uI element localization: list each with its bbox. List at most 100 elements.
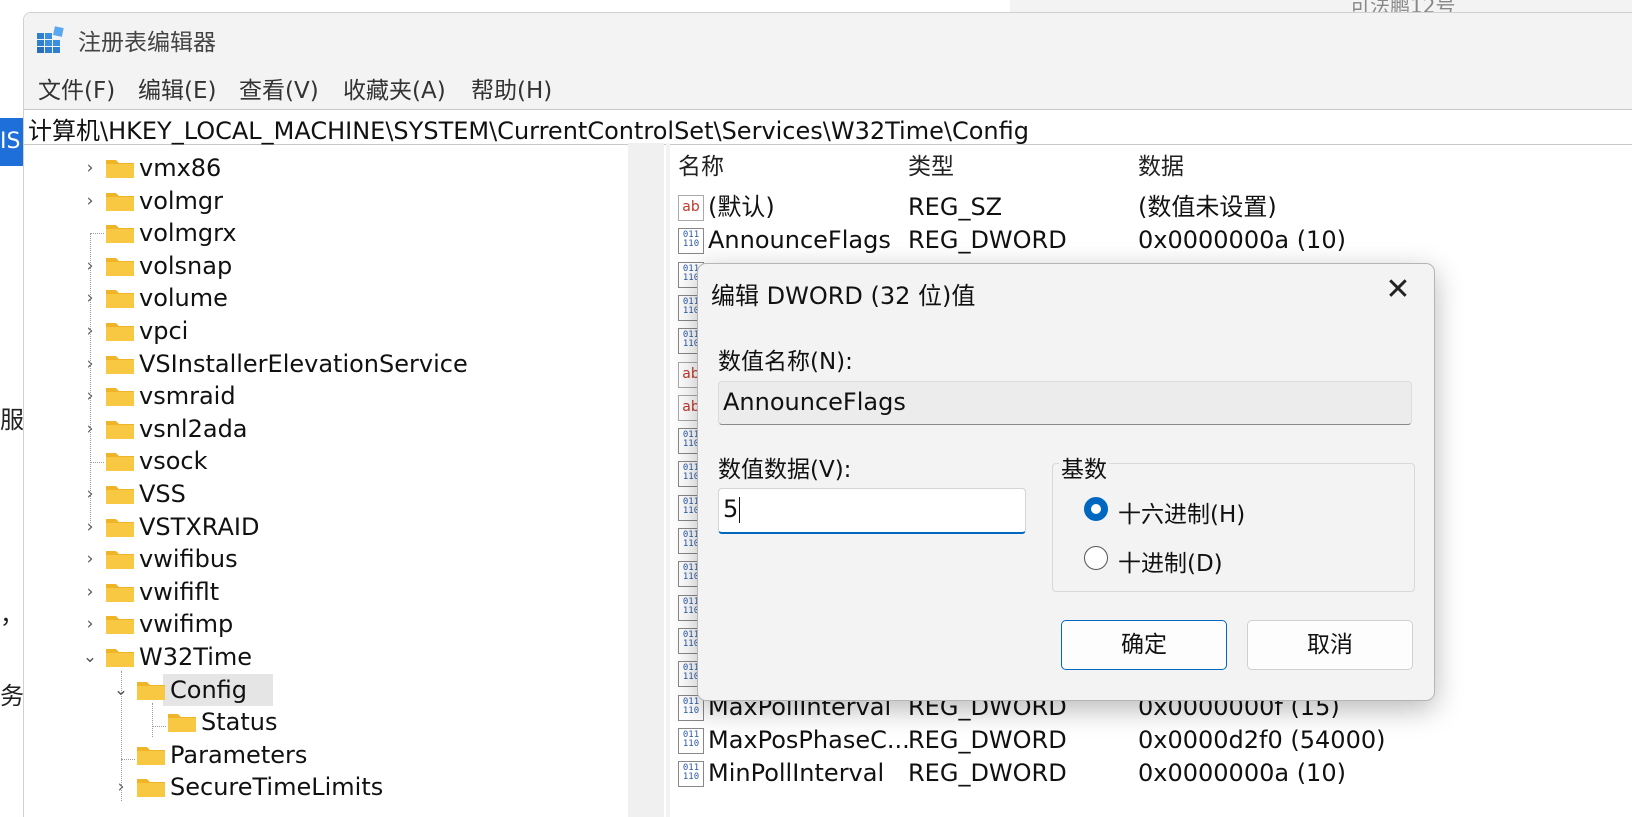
tree-node[interactable]: › vsnl2ada [24,413,624,445]
value-name: AnnounceFlags [708,226,891,255]
radio-hex[interactable] [1084,497,1108,521]
value-data: 0x0000000a (10) [1138,226,1346,255]
tree-scrollbar[interactable] [628,143,664,817]
menu-help[interactable]: 帮助(H) [471,71,552,105]
tree-node-label: vsock [139,447,208,476]
registry-key-tree: › vmx86 › volmgr volmgrx › volsnap › volume › vpci… [24,143,664,817]
tree-node[interactable]: volmgrx [24,217,624,249]
dword-value-icon: 011 110 [678,727,704,754]
folder-icon [167,711,197,733]
column-header-type[interactable]: 类型 [908,147,954,181]
tree-node[interactable]: ⌄ W32Time [24,641,624,673]
radio-hex-label[interactable]: 十六进制(H) [1118,495,1245,529]
folder-icon [136,679,166,701]
menu-file[interactable]: 文件(F) [38,71,115,105]
tree-node[interactable]: › vsmraid [24,380,624,412]
address-bar[interactable]: 计算机\HKEY_LOCAL_MACHINE\SYSTEM\CurrentCon… [24,109,1632,145]
tree-node[interactable]: › volume [24,282,624,314]
tree-node[interactable]: › vwifibus [24,543,624,575]
tree-node-label: vsnl2ada [139,414,248,443]
title-bar[interactable]: 注册表编辑器 [24,13,1632,65]
tree-node[interactable]: › VSTXRAID [24,511,624,543]
value-data: 0x0000000a (10) [1138,759,1346,788]
background-char: 服 [0,406,24,434]
folder-icon [105,646,135,668]
tree-node-label: volmgr [139,186,224,215]
column-header-name[interactable]: 名称 [678,147,724,181]
dword-value-icon: 011 110 [678,761,704,788]
value-row[interactable]: 011 110 MaxPosPhaseC... REG_DWORD 0x0000d2f0… [670,724,1632,757]
folder-icon [105,418,135,440]
value-name-label: 数值名称(N): [718,349,853,375]
tree-node[interactable]: › vwififlt [24,576,624,608]
folder-icon [105,287,135,309]
tree-node[interactable]: › vwifimp [24,608,624,640]
tree-node-label: volmgrx [139,219,237,248]
folder-icon [105,581,135,603]
value-row[interactable]: ab (默认) REG_SZ (数值未设置) [670,191,1632,224]
folder-icon [105,320,135,342]
tree-node[interactable]: Status [24,706,624,738]
folder-icon [105,222,135,244]
folder-icon [105,255,135,277]
tree-node[interactable]: Parameters [24,739,624,771]
chevron-down-icon[interactable]: ⌄ [80,641,100,673]
tree-node[interactable]: › vmx86 [24,152,624,184]
tree-node[interactable]: › VSInstallerElevationService [24,348,624,380]
value-type: REG_SZ [908,193,1003,221]
folder-icon [105,613,135,635]
tree-connector [121,671,122,801]
value-data-label: 数值数据(V): [718,457,852,483]
tree-node-label: SecureTimeLimits [170,773,384,802]
tree-node-label: vsmraid [139,382,236,411]
background-highlight: IS [0,118,23,166]
chevron-right-icon[interactable]: › [80,576,100,608]
tree-node-label: vwifimp [139,610,234,639]
tree-node[interactable]: › VSS [24,478,624,510]
chevron-right-icon[interactable]: › [80,543,100,575]
base-label: 基数 [1059,450,1109,484]
value-row[interactable]: 011 110 AnnounceFlags REG_DWORD 0x0000000a (… [670,224,1632,257]
chevron-right-icon[interactable]: › [80,152,100,184]
value-type: REG_DWORD [908,759,1067,788]
folder-icon [105,548,135,570]
chevron-right-icon[interactable]: › [80,608,100,640]
text-caret [739,497,741,523]
tree-node[interactable]: › volmgr [24,185,624,217]
folder-icon [136,744,166,766]
tree-node-label: W32Time [139,643,253,671]
menu-favorites[interactable]: 收藏夹(A) [343,71,446,105]
tree-node-label: Status [201,708,278,737]
chevron-right-icon[interactable]: › [80,185,100,217]
address-path[interactable]: 计算机\HKEY_LOCAL_MACHINE\SYSTEM\CurrentCon… [28,111,1029,146]
cancel-button[interactable]: 取消 [1247,620,1413,670]
tree-node[interactable]: vsock [24,445,624,477]
menu-view[interactable]: 查看(V) [239,71,319,105]
folder-icon [105,190,135,212]
tree-connector [121,759,135,760]
radio-decimal[interactable] [1084,546,1108,570]
folder-icon [105,516,135,538]
tree-node[interactable]: › SecureTimeLimits [24,771,624,803]
close-icon[interactable]: ✕ [1376,272,1420,308]
ok-button[interactable]: 确定 [1061,620,1227,670]
radio-decimal-label[interactable]: 十进制(D) [1118,544,1223,578]
window-title: 注册表编辑器 [78,30,216,56]
tree-connector [152,703,153,737]
value-row[interactable]: 011 110 MinPollInterval REG_DWORD 0x0000000a… [670,757,1632,790]
column-header-data[interactable]: 数据 [1138,147,1184,181]
dialog-title: 编辑 DWORD (32 位)值 [711,282,976,310]
tree-node-label: vwififlt [139,577,220,606]
tree-node[interactable]: › vpci [24,315,624,347]
folder-icon [105,353,135,375]
value-data-input[interactable]: 5 [718,488,1026,534]
folder-icon [105,483,135,505]
folder-icon [136,776,166,798]
tree-node-label: Config [170,675,248,704]
value-name: MinPollInterval [708,759,885,788]
menu-edit[interactable]: 编辑(E) [138,71,216,105]
tree-node[interactable]: › volsnap [24,250,624,282]
background-char: 务 [0,682,24,710]
tree-connector [90,233,91,523]
tree-node[interactable]: ⌄ Config [24,673,624,706]
